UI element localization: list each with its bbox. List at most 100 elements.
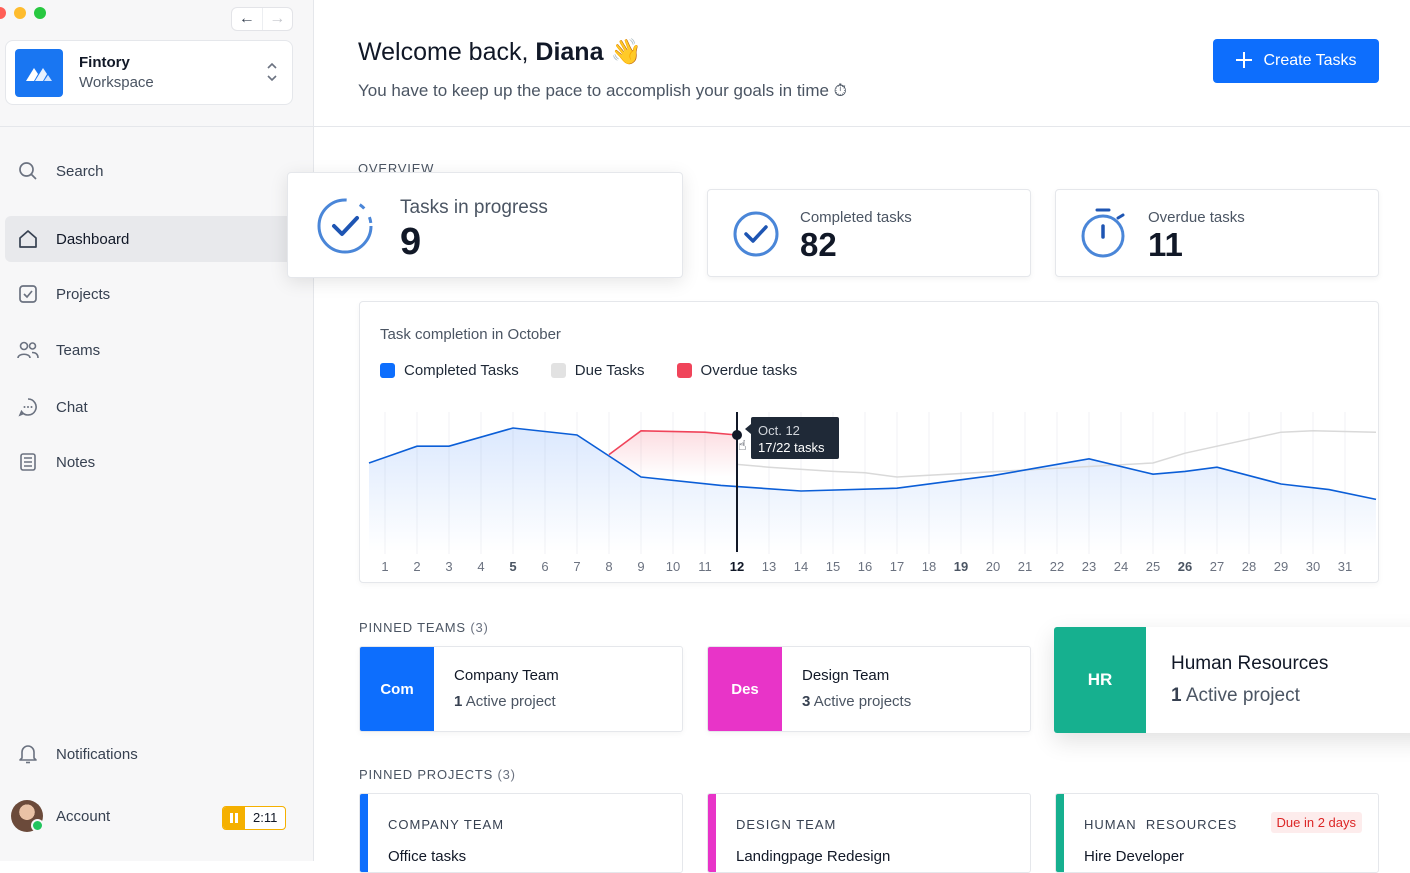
- x-tick-label: 15: [826, 559, 840, 574]
- project-suffix: Active projects: [813, 693, 912, 710]
- x-tick-label: 8: [605, 559, 612, 574]
- window-controls: [0, 7, 46, 19]
- stat-label: Tasks in progress: [400, 197, 548, 218]
- minimize-window-button[interactable]: [14, 7, 26, 19]
- stat-card-in-progress[interactable]: Tasks in progress 9: [287, 172, 683, 278]
- sidebar-item-label: Notes: [56, 453, 96, 471]
- wave-icon: 👋: [610, 38, 642, 66]
- sidebar-item-label: Dashboard: [56, 230, 130, 248]
- pause-icon[interactable]: [223, 807, 245, 829]
- team-name: Design Team: [802, 667, 890, 684]
- team-avatar: HR: [1054, 627, 1146, 733]
- project-suffix: Active project: [1185, 685, 1300, 706]
- stat-card-completed[interactable]: Completed tasks 82: [707, 189, 1031, 277]
- team-projects: 3 Active projects: [802, 693, 911, 710]
- back-arrow-icon[interactable]: ←: [232, 8, 262, 30]
- sidebar-item-dashboard[interactable]: Dashboard: [5, 216, 305, 262]
- project-name: Hire Developer: [1084, 848, 1185, 865]
- forward-arrow-icon[interactable]: →: [261, 8, 293, 30]
- checkbox-icon: [17, 283, 39, 305]
- chat-icon: [17, 396, 39, 418]
- x-tick-label: 11: [698, 559, 712, 574]
- project-card-hire-developer[interactable]: HUMAN RESOURCES Hire Developer Due in 2 …: [1055, 793, 1379, 873]
- project-count: 3: [802, 693, 811, 710]
- x-tick-label: 4: [477, 559, 484, 574]
- team-card-human-resources[interactable]: HR Human Resources 1 Active project: [1054, 627, 1410, 733]
- team-name: Human Resources: [1171, 653, 1329, 674]
- tooltip-arrow: [745, 424, 751, 434]
- x-tick-label: 6: [541, 559, 548, 574]
- x-tick-label: 22: [1050, 559, 1064, 574]
- section-count: (3): [470, 620, 489, 635]
- x-tick-label: 19: [954, 559, 968, 574]
- project-color-bar: [708, 794, 716, 872]
- x-tick-label: 13: [762, 559, 776, 574]
- workspace-subtitle: Workspace: [79, 74, 154, 91]
- user-name: Diana: [535, 38, 604, 66]
- team-card-design[interactable]: Des Design Team 3 Active projects: [707, 646, 1031, 732]
- team-avatar: Des: [708, 647, 782, 731]
- section-title: PINNED TEAMS: [359, 620, 466, 635]
- maximize-window-button[interactable]: [34, 7, 46, 19]
- project-card-landingpage[interactable]: DESIGN TEAM Landingpage Redesign: [707, 793, 1031, 873]
- history-navigation: ← →: [231, 7, 293, 31]
- fintory-logo-icon: [26, 67, 52, 81]
- bell-icon: [17, 743, 39, 765]
- sidebar-item-label: Chat: [56, 398, 88, 416]
- x-tick-label: 10: [666, 559, 680, 574]
- stat-card-overdue[interactable]: Overdue tasks 11: [1055, 189, 1379, 277]
- workspace-switcher[interactable]: Fintory Workspace: [5, 40, 293, 105]
- section-title: PINNED PROJECTS: [359, 767, 494, 782]
- plus-icon: [1235, 51, 1253, 72]
- project-count: 1: [454, 693, 463, 710]
- team-card-company[interactable]: Com Company Team 1 Active project: [359, 646, 683, 732]
- tooltip-value: 17/22 tasks: [758, 440, 825, 455]
- project-color-bar: [360, 794, 368, 872]
- sidebar-divider: [0, 126, 314, 127]
- close-window-button[interactable]: [0, 7, 6, 19]
- x-tick-label: 14: [794, 559, 808, 574]
- welcome-prefix: Welcome back,: [358, 38, 529, 66]
- x-tick-label: 16: [858, 559, 872, 574]
- x-tick-label: 30: [1306, 559, 1320, 574]
- sidebar-item-chat[interactable]: Chat: [5, 384, 305, 430]
- search-icon: [17, 160, 39, 182]
- sidebar-item-notes[interactable]: Notes: [5, 439, 305, 485]
- x-tick-label: 27: [1210, 559, 1224, 574]
- sidebar-item-notifications[interactable]: Notifications: [5, 731, 305, 777]
- users-icon: [17, 339, 39, 361]
- workspace-name: Fintory: [79, 54, 130, 71]
- x-tick-label: 17: [890, 559, 904, 574]
- pinned-teams-label: PINNED TEAMS (3): [359, 620, 489, 635]
- header-divider: [314, 126, 1410, 127]
- project-team: DESIGN TEAM: [736, 817, 837, 832]
- chart-plot: Oct. 1217/22 tasks☝1 2 3 4 5 6 7 8 9 10 11 12 13 14 15…: [368, 412, 1377, 574]
- project-suffix: Active project: [465, 693, 556, 710]
- create-tasks-button[interactable]: Create Tasks: [1213, 39, 1379, 83]
- team-projects: 1 Active project: [454, 693, 556, 710]
- stat-value: 9: [400, 221, 422, 263]
- completed-area: [369, 428, 1376, 552]
- x-tick-label: 23: [1082, 559, 1096, 574]
- home-icon: [17, 228, 39, 250]
- pinned-projects-label: PINNED PROJECTS (3): [359, 767, 516, 782]
- stat-label: Overdue tasks: [1148, 209, 1245, 226]
- due-badge: Due in 2 days: [1270, 812, 1362, 833]
- x-tick-label: 21: [1018, 559, 1032, 574]
- x-tick-label: 1: [381, 559, 388, 574]
- sidebar: ← → Fintory Workspace Search Dashboard P…: [0, 0, 314, 861]
- x-tick-label: 7: [573, 559, 580, 574]
- sidebar-item-projects[interactable]: Projects: [5, 271, 305, 317]
- sidebar-item-teams[interactable]: Teams: [5, 327, 305, 373]
- sidebar-item-label: Projects: [56, 285, 111, 303]
- x-tick-label: 26: [1178, 559, 1192, 574]
- sidebar-item-label: Search: [56, 162, 104, 180]
- task-completion-chart: Task completion in October Completed Tas…: [359, 301, 1379, 583]
- project-card-office-tasks[interactable]: COMPANY TEAM Office tasks: [359, 793, 683, 873]
- x-tick-label: 12: [730, 559, 744, 574]
- stat-label: Completed tasks: [800, 209, 912, 226]
- sidebar-item-search[interactable]: Search: [5, 148, 305, 194]
- x-tick-label: 18: [922, 559, 936, 574]
- x-tick-label: 25: [1146, 559, 1160, 574]
- time-tracker[interactable]: 2:11: [222, 806, 287, 830]
